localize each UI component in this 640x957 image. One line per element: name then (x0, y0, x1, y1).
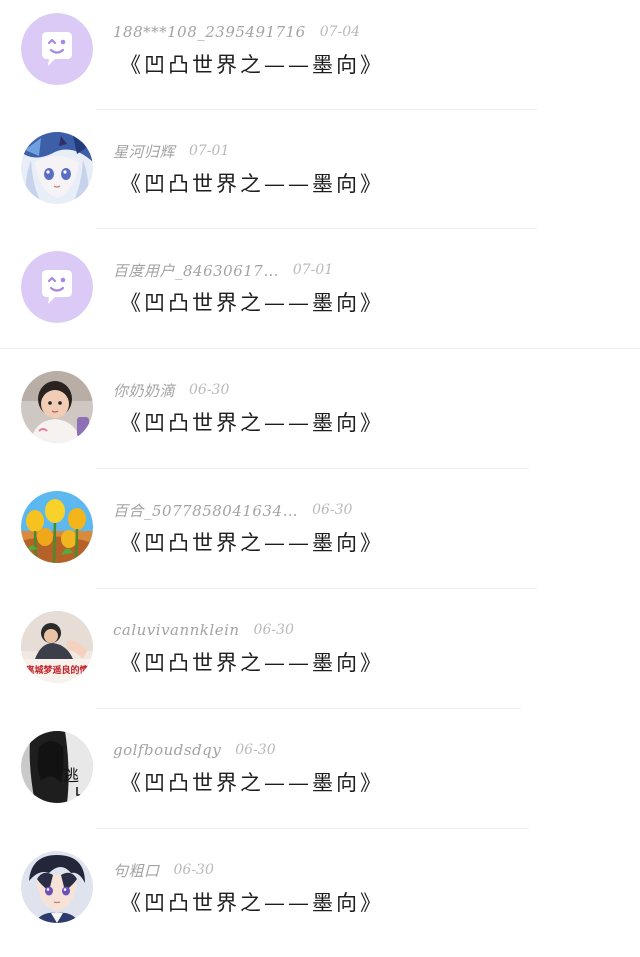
comment-date: 07-01 (292, 262, 334, 278)
default-avatar-icon[interactable] (21, 13, 93, 85)
username[interactable]: golfboudsdqy (113, 741, 221, 759)
divider (96, 588, 537, 589)
comment-item[interactable]: 逃 golfboudsdqy 06-30 《凹凸世界之——墨向》 (0, 718, 640, 837)
poster-avatar-text: 离城梦遥良的情 (25, 664, 88, 676)
comment-text: 《凹凸世界之——墨向》 (120, 411, 384, 435)
username[interactable]: 星河归辉 (113, 141, 175, 162)
comment-date: 06-30 (312, 502, 353, 518)
comment-item[interactable]: 星河归辉 07-01 《凹凸世界之——墨向》 (0, 119, 640, 238)
comment-item[interactable]: 你奶奶滴 06-30 《凹凸世界之——墨向》 (0, 358, 640, 477)
username[interactable]: 句粗口 (113, 860, 160, 881)
dark-avatar-text: 逃 (63, 766, 79, 785)
username[interactable]: 百度用户_84630617… (113, 260, 279, 281)
comment-item[interactable]: 188***108_2395491716 07-04 《凹凸世界之——墨向》 (0, 0, 640, 119)
comment-meta: 百度用户_84630617… 07-01 (113, 259, 333, 281)
comment-date: 07-01 (189, 143, 230, 159)
poster-avatar[interactable]: 离城梦遥良的情 (21, 611, 93, 683)
comment-item[interactable]: 百度用户_84630617… 07-01 《凹凸世界之——墨向》 (0, 238, 640, 357)
comment-date: 06-30 (235, 742, 276, 758)
divider (0, 348, 640, 349)
comment-text: 《凹凸世界之——墨向》 (120, 771, 384, 795)
username[interactable]: 你奶奶滴 (113, 380, 175, 401)
comment-text: 《凹凸世界之——墨向》 (120, 172, 384, 196)
comment-text: 《凹凸世界之——墨向》 (120, 891, 384, 915)
username[interactable]: 188***108_2395491716 (113, 23, 306, 41)
comment-text: 《凹凸世界之——墨向》 (120, 53, 384, 77)
comment-item[interactable]: 百合_5077858041634… 06-30 《凹凸世界之——墨向》 (0, 478, 640, 597)
comment-meta: 188***108_2395491716 07-04 (113, 21, 360, 43)
comment-list: 188***108_2395491716 07-04 《凹凸世界之——墨向》 星… (0, 0, 640, 943)
dark-portrait-avatar[interactable]: 逃 (21, 731, 93, 803)
anime-avatar[interactable] (21, 132, 93, 204)
comment-item[interactable]: 句粗口 06-30 《凹凸世界之——墨向》 (0, 838, 640, 957)
child-photo-avatar[interactable] (21, 371, 93, 443)
username[interactable]: caluvivannklein (113, 621, 240, 639)
comment-meta: 星河归辉 07-01 (113, 140, 229, 162)
divider (96, 228, 537, 229)
comment-text: 《凹凸世界之——墨向》 (120, 531, 384, 555)
comment-meta: 句粗口 06-30 (113, 859, 214, 881)
comment-meta: 百合_5077858041634… 06-30 (113, 499, 352, 521)
divider (96, 828, 529, 829)
comment-date: 06-30 (173, 862, 214, 878)
divider (96, 468, 529, 469)
comment-date: 07-04 (319, 24, 361, 40)
comment-meta: caluvivannklein 06-30 (113, 619, 294, 641)
divider (96, 708, 521, 709)
comment-date: 06-30 (253, 622, 294, 638)
comment-text: 《凹凸世界之——墨向》 (120, 651, 384, 675)
comment-item[interactable]: 离城梦遥良的情 caluvivannklein 06-30 《凹凸世界之——墨向… (0, 598, 640, 717)
comment-date: 06-30 (189, 382, 230, 398)
anime-boy-avatar[interactable] (21, 851, 93, 923)
comment-meta: 你奶奶滴 06-30 (113, 379, 229, 401)
comment-meta: golfboudsdqy 06-30 (113, 739, 276, 761)
username[interactable]: 百合_5077858041634… (113, 500, 298, 521)
comment-text: 《凹凸世界之——墨向》 (120, 291, 384, 315)
tulip-avatar[interactable] (21, 491, 93, 563)
divider (96, 109, 537, 110)
default-avatar-icon[interactable] (21, 251, 93, 323)
